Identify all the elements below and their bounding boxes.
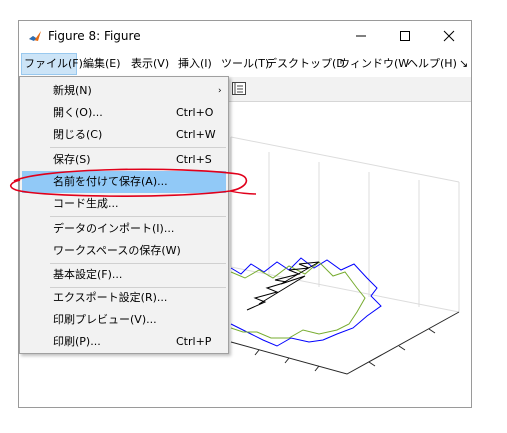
menu-item-import-data[interactable]: データのインポート(I)... (22, 218, 226, 240)
menu-item-label: 基本設定(F)... (53, 268, 123, 281)
menu-item-new[interactable]: 新規(N) › (22, 80, 226, 102)
menu-item-open[interactable]: 開く(O)... Ctrl+O (22, 102, 226, 124)
menu-item-label: 閉じる(C) (53, 128, 103, 141)
menu-item-shortcut: Ctrl+W (176, 128, 216, 141)
menu-item-export-setup[interactable]: エクスポート設定(R)... (22, 287, 226, 309)
close-button[interactable] (427, 21, 471, 51)
window-title: Figure 8: Figure (48, 29, 141, 43)
menu-edit[interactable]: 編集(E) (81, 53, 123, 75)
menu-window[interactable]: ウィンドウ(W (337, 53, 411, 75)
menu-bar: ファイル(F) 編集(E) 表示(V) 挿入(I) ツール(T) デスクトップ(… (19, 53, 471, 75)
menu-help[interactable]: ヘルプ(H) (405, 53, 459, 75)
title-bar[interactable]: Figure 8: Figure (19, 21, 471, 51)
close-icon (443, 30, 455, 42)
submenu-arrow-icon: › (218, 86, 222, 96)
file-menu-dropdown: 新規(N) › 開く(O)... Ctrl+O 閉じる(C) Ctrl+W 保存… (19, 76, 229, 354)
menu-item-label: 印刷(P)... (53, 335, 101, 348)
menu-separator (50, 147, 226, 148)
menu-item-label: データのインポート(I)... (53, 222, 175, 235)
menu-separator (50, 216, 226, 217)
menu-file[interactable]: ファイル(F) (21, 53, 83, 75)
axes-box (230, 136, 460, 313)
menu-item-shortcut: Ctrl+O (176, 106, 214, 119)
axes-base (230, 311, 460, 375)
menu-item-label: 開く(O)... (53, 106, 103, 119)
menu-item-preferences[interactable]: 基本設定(F)... (22, 264, 226, 286)
menu-item-shortcut: Ctrl+P (176, 335, 212, 348)
menu-item-label: エクスポート設定(R)... (53, 291, 168, 304)
minimize-icon (356, 35, 366, 37)
menu-item-label: 名前を付けて保存(A)... (53, 175, 168, 188)
menu-item-print[interactable]: 印刷(P)... Ctrl+P (22, 331, 226, 353)
menu-item-label: ワークスペースの保存(W) (53, 244, 181, 257)
maximize-button[interactable] (383, 21, 427, 51)
menu-item-generate-code[interactable]: コード生成... (22, 193, 226, 215)
menu-insert[interactable]: 挿入(I) (176, 53, 214, 75)
menu-item-label: 保存(S) (53, 153, 91, 166)
matlab-icon (29, 31, 41, 41)
menu-item-shortcut: Ctrl+S (176, 153, 212, 166)
minimize-button[interactable] (339, 21, 383, 51)
menu-item-save[interactable]: 保存(S) Ctrl+S (22, 149, 226, 171)
menu-item-label: 新規(N) (53, 84, 92, 97)
menu-item-label: コード生成... (53, 197, 119, 210)
menu-item-close[interactable]: 閉じる(C) Ctrl+W (22, 124, 226, 146)
legend-icon[interactable] (232, 82, 246, 95)
menu-item-save-as[interactable]: 名前を付けて保存(A)... (22, 171, 226, 193)
menu-item-save-workspace[interactable]: ワークスペースの保存(W) (22, 240, 226, 262)
maximize-icon (400, 31, 410, 41)
menu-item-print-preview[interactable]: 印刷プレビュー(V)... (22, 309, 226, 331)
menu-item-label: 印刷プレビュー(V)... (53, 313, 157, 326)
menu-desktop[interactable]: デスクトップ(D (264, 53, 347, 75)
menubar-overflow-icon[interactable]: ↘ (457, 53, 470, 75)
series-black-line (246, 261, 320, 311)
menu-view[interactable]: 表示(V) (129, 53, 171, 75)
